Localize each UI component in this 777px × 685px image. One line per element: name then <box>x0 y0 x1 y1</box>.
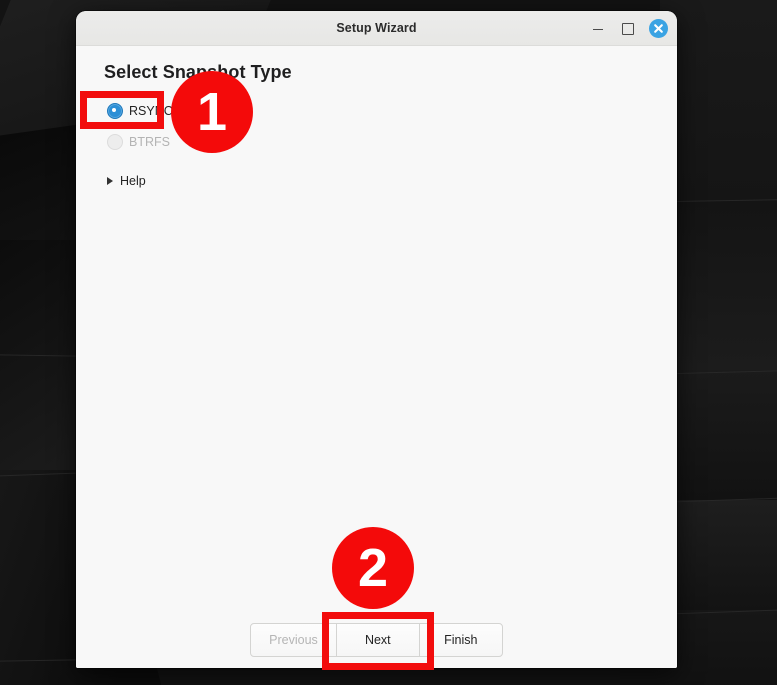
previous-button[interactable]: Previous <box>250 623 337 657</box>
radio-option-rsync-label: RSYNC <box>129 104 173 118</box>
radio-option-btrfs-label: BTRFS <box>129 135 170 149</box>
radio-selected-icon <box>107 103 123 119</box>
page-title: Select Snapshot Type <box>104 62 292 82</box>
radio-option-rsync[interactable]: RSYNC <box>107 99 663 123</box>
wizard-button-group: Previous Next Finish <box>250 623 503 657</box>
snapshot-type-radio-group: RSYNC BTRFS <box>90 99 663 154</box>
next-button[interactable]: Next <box>335 623 420 657</box>
close-icon[interactable] <box>649 18 668 38</box>
window-title: Setup Wizard <box>336 21 417 35</box>
previous-button-label: Previous <box>269 633 318 647</box>
setup-wizard-window: Setup Wizard Select Snapshot Type RSYNC … <box>76 11 677 668</box>
maximize-icon[interactable] <box>619 20 636 37</box>
finish-button-label: Finish <box>444 633 478 647</box>
radio-option-btrfs: BTRFS <box>107 130 663 154</box>
radio-unselected-icon <box>107 134 123 150</box>
help-expander-label: Help <box>120 174 146 188</box>
wallpaper-facet <box>660 0 777 200</box>
wizard-button-bar: Previous Next Finish <box>76 623 677 657</box>
wizard-content: Select Snapshot Type RSYNC BTRFS Help Pr… <box>76 46 677 668</box>
finish-button[interactable]: Finish <box>418 623 503 657</box>
help-expander[interactable]: Help <box>90 174 146 188</box>
next-button-label: Next <box>364 633 391 647</box>
window-controls <box>589 11 668 45</box>
minimize-icon[interactable] <box>589 20 606 37</box>
chevron-right-icon <box>107 177 113 185</box>
window-titlebar[interactable]: Setup Wizard <box>76 11 677 46</box>
